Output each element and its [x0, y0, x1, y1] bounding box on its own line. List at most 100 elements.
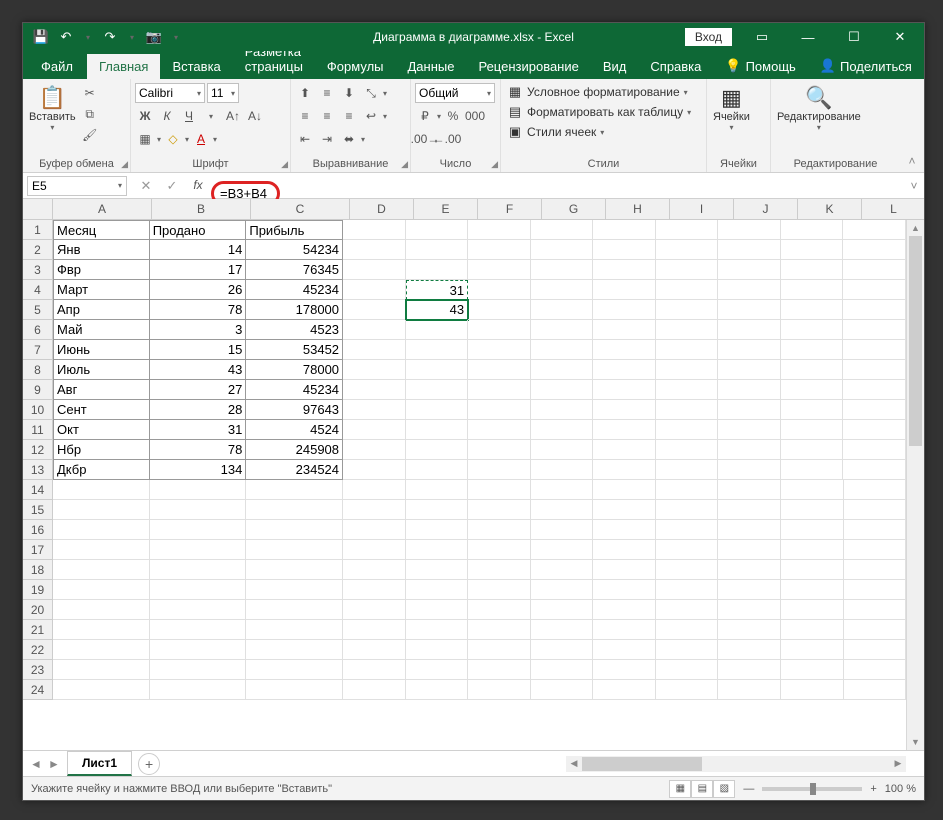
- cell[interactable]: [343, 520, 406, 540]
- cell[interactable]: [531, 540, 594, 560]
- cell[interactable]: 27: [150, 380, 247, 400]
- cell[interactable]: 3: [150, 320, 247, 340]
- cell[interactable]: [343, 540, 406, 560]
- cell[interactable]: [343, 600, 406, 620]
- cell[interactable]: [593, 360, 656, 380]
- font-name-combo[interactable]: Calibri▾: [135, 83, 205, 103]
- cell[interactable]: [718, 380, 781, 400]
- cell[interactable]: [593, 220, 656, 240]
- collapse-ribbon-icon[interactable]: ˄: [900, 79, 924, 172]
- cell[interactable]: [406, 580, 469, 600]
- paste-button[interactable]: 📋Вставить▾: [27, 83, 78, 134]
- merge-cells-icon[interactable]: ⬌: [339, 129, 359, 149]
- cell[interactable]: [593, 660, 656, 680]
- cell[interactable]: 43: [150, 360, 247, 380]
- cell[interactable]: [593, 260, 656, 280]
- cell[interactable]: [843, 340, 906, 360]
- column-header[interactable]: J: [734, 199, 798, 220]
- close-icon[interactable]: ✕: [878, 23, 922, 51]
- cell[interactable]: [468, 280, 531, 300]
- cell[interactable]: [468, 440, 531, 460]
- cell[interactable]: [343, 440, 406, 460]
- undo-icon[interactable]: ↶: [54, 25, 78, 49]
- cell[interactable]: [593, 500, 656, 520]
- row-header[interactable]: 23: [23, 660, 53, 680]
- cell[interactable]: [468, 660, 531, 680]
- tab-formulas[interactable]: Формулы: [315, 54, 396, 79]
- cell[interactable]: [343, 260, 406, 280]
- cell[interactable]: [246, 600, 343, 620]
- cell[interactable]: [656, 460, 719, 480]
- cell[interactable]: [150, 480, 247, 500]
- cell[interactable]: 4523: [246, 320, 343, 340]
- row-header[interactable]: 9: [23, 380, 53, 400]
- column-header[interactable]: I: [670, 199, 734, 220]
- cell[interactable]: [246, 660, 343, 680]
- cell[interactable]: [781, 660, 844, 680]
- cell[interactable]: 43: [406, 300, 469, 320]
- cell[interactable]: [246, 560, 343, 580]
- row-header[interactable]: 8: [23, 360, 53, 380]
- zoom-in-icon[interactable]: +: [870, 783, 876, 795]
- cell[interactable]: [718, 540, 781, 560]
- cell[interactable]: [531, 680, 594, 700]
- horizontal-scrollbar[interactable]: ◀ ▶: [566, 756, 906, 772]
- cell[interactable]: [656, 500, 719, 520]
- row-header[interactable]: 18: [23, 560, 53, 580]
- cell[interactable]: Месяц: [53, 220, 150, 240]
- cell[interactable]: [246, 580, 343, 600]
- cell[interactable]: Март: [53, 280, 150, 300]
- cell[interactable]: [593, 240, 656, 260]
- cell[interactable]: [593, 280, 656, 300]
- cell[interactable]: [406, 480, 469, 500]
- cell[interactable]: [781, 520, 844, 540]
- cell[interactable]: [593, 460, 656, 480]
- cell[interactable]: [246, 620, 343, 640]
- cut-icon[interactable]: ✂: [80, 83, 100, 103]
- cell[interactable]: [468, 240, 531, 260]
- scroll-down-icon[interactable]: ▼: [907, 734, 924, 750]
- column-header[interactable]: K: [798, 199, 862, 220]
- column-header[interactable]: D: [350, 199, 414, 220]
- cell[interactable]: 31: [150, 420, 247, 440]
- cell[interactable]: [531, 500, 594, 520]
- cell[interactable]: [343, 660, 406, 680]
- cell[interactable]: [656, 300, 719, 320]
- undo-dropdown-icon[interactable]: ▾: [79, 25, 97, 49]
- cell[interactable]: [468, 420, 531, 440]
- column-header[interactable]: A: [53, 199, 152, 220]
- cell[interactable]: [718, 640, 781, 660]
- cell[interactable]: [656, 680, 719, 700]
- cell[interactable]: [843, 400, 906, 420]
- row-header[interactable]: 2: [23, 240, 53, 260]
- cell[interactable]: [844, 480, 907, 500]
- page-layout-view-icon[interactable]: ▤: [691, 780, 713, 798]
- redo-icon[interactable]: ↷: [98, 25, 122, 49]
- cell[interactable]: [718, 520, 781, 540]
- cell[interactable]: [718, 300, 781, 320]
- cell[interactable]: [781, 420, 844, 440]
- cell[interactable]: 245908: [246, 440, 343, 460]
- cells-button[interactable]: ▦Ячейки▾: [711, 83, 752, 134]
- cell[interactable]: [593, 480, 656, 500]
- cell[interactable]: [531, 360, 594, 380]
- cell[interactable]: [656, 620, 719, 640]
- cell[interactable]: [343, 360, 406, 380]
- scroll-thumb[interactable]: [909, 236, 922, 446]
- cell[interactable]: [246, 520, 343, 540]
- expand-formula-bar-icon[interactable]: ˅: [904, 179, 924, 193]
- wrap-text-icon[interactable]: ↩: [361, 106, 381, 126]
- cell[interactable]: [531, 600, 594, 620]
- login-button[interactable]: Вход: [685, 28, 732, 46]
- cell[interactable]: 4524: [246, 420, 343, 440]
- cell[interactable]: [718, 220, 781, 240]
- copy-icon[interactable]: ⧉: [80, 104, 100, 124]
- row-header[interactable]: 12: [23, 440, 53, 460]
- page-break-view-icon[interactable]: ▧: [713, 780, 735, 798]
- cell[interactable]: [343, 500, 406, 520]
- cell[interactable]: [531, 340, 594, 360]
- align-right-icon[interactable]: ≡: [339, 106, 359, 126]
- cell[interactable]: [656, 420, 719, 440]
- font-color-icon[interactable]: A: [191, 129, 211, 149]
- cell[interactable]: 26: [150, 280, 247, 300]
